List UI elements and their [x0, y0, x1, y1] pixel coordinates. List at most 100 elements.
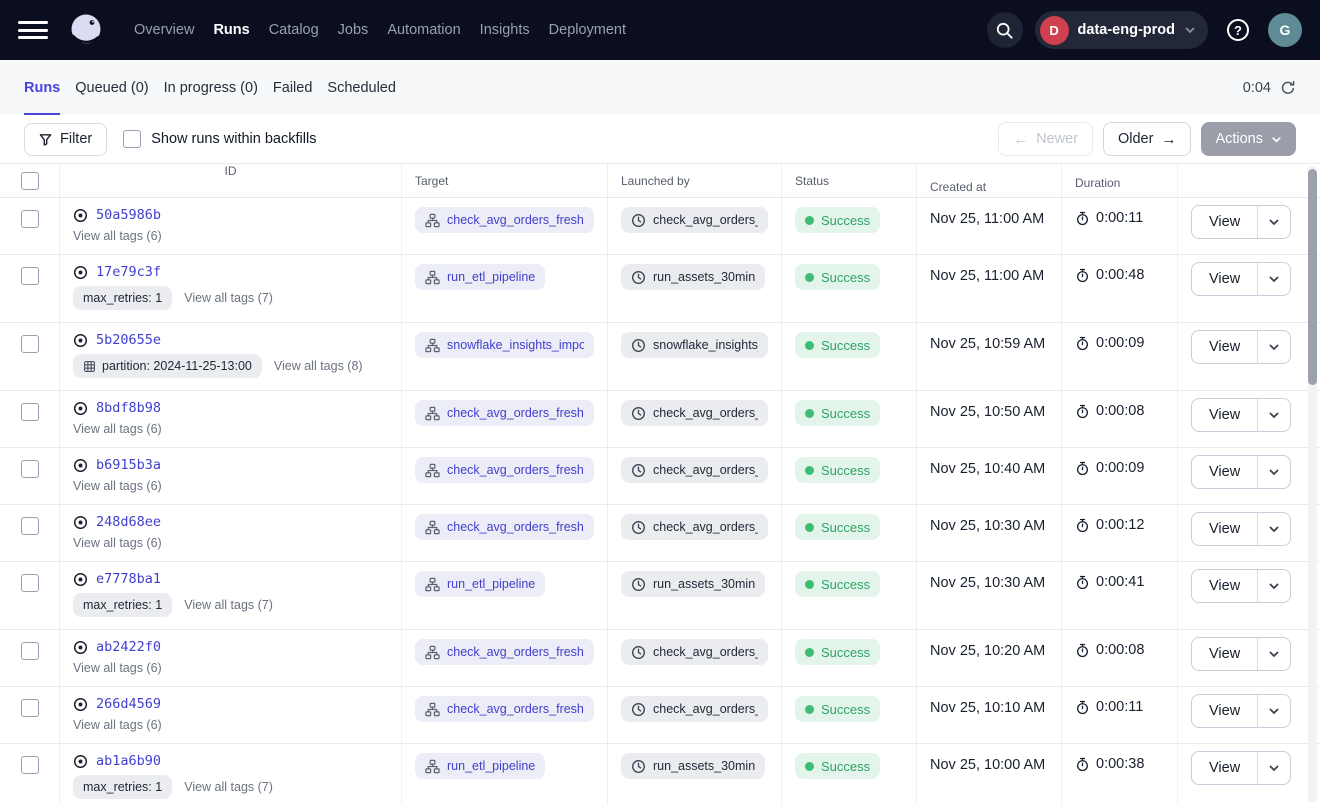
older-button[interactable]: Older → [1103, 122, 1191, 156]
run-tags-line: View all tags (6) [73, 718, 162, 732]
target-pill[interactable]: check_avg_orders_freshne [415, 457, 594, 483]
user-avatar[interactable]: G [1268, 13, 1302, 47]
nav-item-insights[interactable]: Insights [480, 22, 530, 38]
view-button[interactable]: View [1192, 695, 1258, 727]
view-all-tags-link[interactable]: View all tags (8) [274, 359, 363, 373]
run-id-link[interactable]: 50a5986b [96, 207, 161, 223]
view-all-tags-link[interactable]: View all tags (7) [184, 291, 273, 305]
launched-by-pill[interactable]: run_assets_30min [621, 753, 765, 779]
target-pill[interactable]: run_etl_pipeline [415, 571, 545, 597]
run-checkbox[interactable] [21, 756, 39, 774]
show-backfills-checkbox[interactable] [123, 130, 141, 148]
view-dropdown-button[interactable] [1258, 752, 1290, 784]
nav-item-jobs[interactable]: Jobs [338, 22, 369, 38]
run-checkbox[interactable] [21, 460, 39, 478]
run-checkbox[interactable] [21, 267, 39, 285]
view-all-tags-link[interactable]: View all tags (6) [73, 479, 162, 493]
run-id-link[interactable]: 5b20655e [96, 332, 161, 348]
view-dropdown-button[interactable] [1258, 638, 1290, 670]
tab-in-progress-0[interactable]: In progress (0) [164, 60, 258, 115]
view-dropdown-button[interactable] [1258, 456, 1290, 488]
launched-by-pill[interactable]: snowflake_insights_… [621, 332, 768, 358]
view-all-tags-link[interactable]: View all tags (7) [184, 780, 273, 794]
run-checkbox[interactable] [21, 517, 39, 535]
launched-by-pill[interactable]: check_avg_orders_f… [621, 639, 768, 665]
view-all-tags-link[interactable]: View all tags (6) [73, 536, 162, 550]
view-button[interactable]: View [1192, 513, 1258, 545]
view-all-tags-link[interactable]: View all tags (6) [73, 422, 162, 436]
run-id-link[interactable]: ab2422f0 [96, 639, 161, 655]
nav-item-runs[interactable]: Runs [213, 22, 249, 38]
view-button[interactable]: View [1192, 331, 1258, 363]
run-checkbox[interactable] [21, 699, 39, 717]
help-button[interactable]: ? [1220, 12, 1256, 48]
view-dropdown-button[interactable] [1258, 570, 1290, 602]
tab-runs[interactable]: Runs [24, 60, 60, 115]
hamburger-menu-icon[interactable] [18, 19, 48, 41]
view-dropdown-button[interactable] [1258, 399, 1290, 431]
launched-by-pill[interactable]: run_assets_30min [621, 264, 765, 290]
view-dropdown-button[interactable] [1258, 206, 1290, 238]
run-checkbox[interactable] [21, 335, 39, 353]
target-pill[interactable]: check_avg_orders_freshne [415, 639, 594, 665]
view-all-tags-link[interactable]: View all tags (6) [73, 229, 162, 243]
view-dropdown-button[interactable] [1258, 513, 1290, 545]
run-id-link[interactable]: 248d68ee [96, 514, 161, 530]
run-id-link[interactable]: b6915b3a [96, 457, 161, 473]
target-pill[interactable]: snowflake_insights_import [415, 332, 594, 358]
run-id-link[interactable]: 17e79c3f [96, 264, 161, 280]
launched-by-pill[interactable]: check_avg_orders_f… [621, 400, 768, 426]
nav-item-catalog[interactable]: Catalog [269, 22, 319, 38]
refresh-button[interactable] [1280, 80, 1296, 96]
scrollbar-thumb[interactable] [1308, 169, 1317, 385]
nav-item-deployment[interactable]: Deployment [549, 22, 626, 38]
actions-button[interactable]: Actions [1201, 122, 1296, 156]
run-id-link[interactable]: e7778ba1 [96, 571, 161, 587]
view-button[interactable]: View [1192, 456, 1258, 488]
run-tags-line: max_retries: 1View all tags (7) [73, 775, 273, 799]
run-id-link[interactable]: 266d4569 [96, 696, 161, 712]
run-checkbox[interactable] [21, 574, 39, 592]
view-all-tags-link[interactable]: View all tags (6) [73, 661, 162, 675]
run-checkbox[interactable] [21, 210, 39, 228]
filter-button[interactable]: Filter [24, 123, 107, 156]
launched-by-pill[interactable]: check_avg_orders_f… [621, 696, 768, 722]
target-pill[interactable]: run_etl_pipeline [415, 753, 545, 779]
view-button[interactable]: View [1192, 570, 1258, 602]
view-all-tags-link[interactable]: View all tags (6) [73, 718, 162, 732]
newer-button[interactable]: ← Newer [998, 122, 1093, 156]
vertical-scrollbar[interactable] [1308, 166, 1317, 803]
run-checkbox[interactable] [21, 403, 39, 421]
nav-item-overview[interactable]: Overview [134, 22, 194, 38]
run-id-link[interactable]: 8bdf8b98 [96, 400, 161, 416]
view-button[interactable]: View [1192, 752, 1258, 784]
tab-scheduled[interactable]: Scheduled [327, 60, 396, 115]
launched-by-pill[interactable]: check_avg_orders_f… [621, 207, 768, 233]
view-all-tags-link[interactable]: View all tags (7) [184, 598, 273, 612]
target-pill[interactable]: check_avg_orders_freshne [415, 400, 594, 426]
view-dropdown-button[interactable] [1258, 331, 1290, 363]
deployment-switcher[interactable]: D data-eng-prod [1035, 11, 1208, 49]
target-pill[interactable]: check_avg_orders_freshne [415, 696, 594, 722]
run-id-cell: ab1a6b90 max_retries: 1View all tags (7) [60, 744, 402, 805]
tab-failed[interactable]: Failed [273, 60, 313, 115]
run-id-link[interactable]: ab1a6b90 [96, 753, 161, 769]
search-button[interactable] [987, 12, 1023, 48]
launched-by-pill[interactable]: check_avg_orders_f… [621, 457, 768, 483]
view-button[interactable]: View [1192, 263, 1258, 295]
target-pill[interactable]: check_avg_orders_freshne [415, 207, 594, 233]
launched-by-pill[interactable]: check_avg_orders_f… [621, 514, 768, 540]
tab-queued-0[interactable]: Queued (0) [75, 60, 148, 115]
run-checkbox[interactable] [21, 642, 39, 660]
view-dropdown-button[interactable] [1258, 263, 1290, 295]
view-button[interactable]: View [1192, 206, 1258, 238]
view-button[interactable]: View [1192, 399, 1258, 431]
view-dropdown-button[interactable] [1258, 695, 1290, 727]
launched-by-cell: run_assets_30min [608, 562, 782, 629]
view-button[interactable]: View [1192, 638, 1258, 670]
select-all-checkbox[interactable] [21, 172, 39, 190]
target-pill[interactable]: check_avg_orders_freshne [415, 514, 594, 540]
target-pill[interactable]: run_etl_pipeline [415, 264, 545, 290]
nav-item-automation[interactable]: Automation [387, 22, 460, 38]
launched-by-pill[interactable]: run_assets_30min [621, 571, 765, 597]
